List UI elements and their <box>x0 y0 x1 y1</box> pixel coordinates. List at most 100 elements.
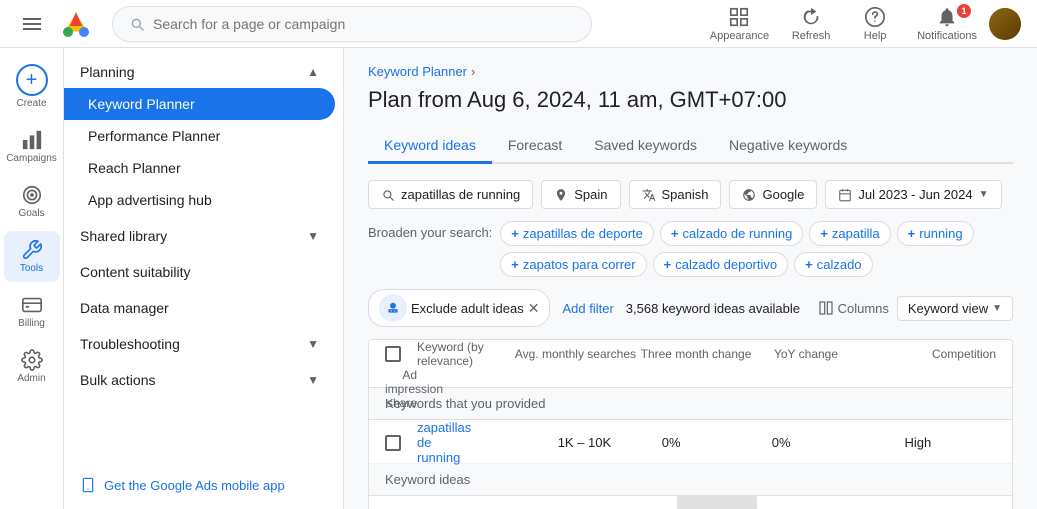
notifications-button[interactable]: 1 Notifications <box>909 2 985 46</box>
data-manager-header[interactable]: Data manager <box>64 292 335 324</box>
language-icon <box>642 188 656 202</box>
goals-icon <box>21 184 43 206</box>
shared-library-label: Shared library <box>80 228 167 244</box>
broaden-chip-zapatos-correr[interactable]: + zapatos para correr <box>500 252 646 277</box>
sidebar-item-app-advertising-hub[interactable]: App advertising hub <box>64 184 335 216</box>
sidebar-item-performance-planner[interactable]: Performance Planner <box>64 120 335 152</box>
user-avatar[interactable] <box>989 8 1021 40</box>
broaden-chip-calzado[interactable]: + calzado <box>794 252 872 277</box>
sidebar-icon-billing[interactable]: Billing <box>4 286 60 337</box>
columns-button[interactable]: Columns <box>818 300 889 316</box>
shared-library-chevron: ▼ <box>307 229 319 243</box>
sidebar-nav: Planning ▲ Keyword Planner Performance P… <box>64 48 343 461</box>
bulk-actions-label: Bulk actions <box>80 372 155 388</box>
broaden-chip-zapatilla[interactable]: + zapatilla <box>809 221 890 246</box>
filter-row: zapatillas de running Spain Spanish <box>368 180 1013 209</box>
row-select[interactable] <box>385 435 417 451</box>
row-keyword[interactable]: zapatillas de running <box>417 420 471 465</box>
sidebar-item-keyword-planner[interactable]: Keyword Planner <box>64 88 335 120</box>
location-filter-chip[interactable]: Spain <box>541 180 620 209</box>
exclude-adults-close[interactable]: ✕ <box>528 300 540 317</box>
get-app-link[interactable]: Get the Google Ads mobile app <box>80 469 327 501</box>
sidebar-item-reach-planner[interactable]: Reach Planner <box>64 152 335 184</box>
plus-icon: + <box>511 226 519 241</box>
broaden-chip-label-4: running <box>919 226 962 241</box>
help-button[interactable]: Help <box>845 2 905 46</box>
top-bar: Appearance Refresh Help 1 <box>0 0 1037 48</box>
table-header: Keyword (by relevance) Avg. monthly sear… <box>369 340 1012 388</box>
broaden-chip-running[interactable]: + running <box>897 221 974 246</box>
sidebar-icon-tools[interactable]: Tools <box>4 231 60 282</box>
sidebar-icon-campaigns[interactable]: Campaigns <box>4 121 60 172</box>
content-suitability-header[interactable]: Content suitability <box>64 256 335 288</box>
sidebar-section-troubleshooting: Troubleshooting ▼ <box>64 328 343 360</box>
main-area: + Create Campaigns Goals <box>0 48 1037 509</box>
broaden-chip-calzado-deportivo[interactable]: + calzado deportivo <box>653 252 789 277</box>
tab-forecast[interactable]: Forecast <box>492 129 578 164</box>
broaden-chip-zapatillas-deporte[interactable]: + zapatillas de deporte <box>500 221 654 246</box>
breadcrumb[interactable]: Keyword Planner › <box>368 64 1013 79</box>
refresh-button[interactable]: Refresh <box>781 2 841 46</box>
keyword-view-label: Keyword view <box>908 301 988 316</box>
sidebar-left-icons: + Create Campaigns Goals <box>0 48 64 509</box>
sidebar-icon-create[interactable]: + Create <box>4 56 60 117</box>
keyword-view-chevron: ▼ <box>992 303 1002 314</box>
language-filter-chip[interactable]: Spanish <box>629 180 722 209</box>
page-title: Plan from Aug 6, 2024, 11 am, GMT+07:00 <box>368 87 1013 113</box>
row-yoy: 0% <box>731 435 831 450</box>
th-competition: Competition <box>856 347 996 361</box>
shared-library-header[interactable]: Shared library ▼ <box>64 220 335 252</box>
plus-icon: + <box>664 257 672 272</box>
troubleshooting-header[interactable]: Troubleshooting ▼ <box>64 328 335 360</box>
keyword-table: Keyword (by relevance) Avg. monthly sear… <box>368 339 1013 509</box>
troubleshooting-chevron: ▼ <box>307 337 319 351</box>
columns-label: Columns <box>838 301 889 316</box>
tools-icon <box>21 239 43 261</box>
right-actions: Columns Keyword view ▼ <box>818 296 1013 321</box>
plus-icon: + <box>908 226 916 241</box>
broaden-chip-label-3: zapatilla <box>832 226 880 241</box>
exclude-adults-label: Exclude adult ideas <box>411 301 524 316</box>
sidebar-icon-admin[interactable]: Admin <box>4 341 60 392</box>
content-suitability-label: Content suitability <box>80 264 191 280</box>
group-ideas-label: Keyword ideas <box>385 472 470 487</box>
tab-saved-keywords[interactable]: Saved keywords <box>578 129 713 164</box>
planning-section-header[interactable]: Planning ▲ <box>64 56 335 88</box>
tab-negative-keywords[interactable]: Negative keywords <box>713 129 863 164</box>
network-filter-value: Google <box>762 187 804 202</box>
keyword-filter-chip[interactable]: zapatillas de running <box>368 180 533 209</box>
network-filter-chip[interactable]: Google <box>729 180 817 209</box>
search-input[interactable] <box>153 16 575 32</box>
add-filter-button[interactable]: Add filter <box>562 301 613 316</box>
broaden-chips: + zapatillas de deporte + calzado de run… <box>500 221 1013 277</box>
keyword-filter-value: zapatillas de running <box>401 187 520 202</box>
campaigns-label: Campaigns <box>6 153 57 164</box>
notifications-icon <box>936 6 958 28</box>
main-content: Keyword Planner › Plan from Aug 6, 2024,… <box>344 48 1037 509</box>
planning-chevron-up: ▲ <box>307 65 319 79</box>
keyword-view-button[interactable]: Keyword view ▼ <box>897 296 1013 321</box>
date-filter-chip[interactable]: Jul 2023 - Jun 2024 ▼ <box>825 180 1001 209</box>
planning-label: Planning <box>80 64 135 80</box>
plus-icon: + <box>511 257 519 272</box>
ideas-count: 3,568 keyword ideas available <box>626 301 800 316</box>
billing-icon <box>21 294 43 316</box>
broaden-chip-label-2: calzado de running <box>682 226 792 241</box>
network-icon <box>742 188 756 202</box>
help-label: Help <box>864 30 887 42</box>
tab-keyword-ideas[interactable]: Keyword ideas <box>368 129 492 164</box>
table-row: zapatillas de running 1K – 10K 0% 0% Hig… <box>369 420 1012 464</box>
mobile-app-icon <box>80 477 96 493</box>
select-all-checkbox[interactable] <box>385 346 401 362</box>
menu-button[interactable] <box>16 8 48 40</box>
broaden-chip-calzado-running[interactable]: + calzado de running <box>660 221 803 246</box>
exclude-adults-chip[interactable]: Exclude adult ideas ✕ <box>368 289 550 327</box>
calendar-icon <box>838 188 852 202</box>
bulk-actions-header[interactable]: Bulk actions ▼ <box>64 364 335 396</box>
data-manager-label: Data manager <box>80 300 169 316</box>
sidebar-icon-goals[interactable]: Goals <box>4 176 60 227</box>
search-bar[interactable] <box>112 6 592 42</box>
google-ads-logo <box>56 4 96 44</box>
appearance-button[interactable]: Appearance <box>702 2 777 46</box>
row-checkbox[interactable] <box>385 435 401 451</box>
